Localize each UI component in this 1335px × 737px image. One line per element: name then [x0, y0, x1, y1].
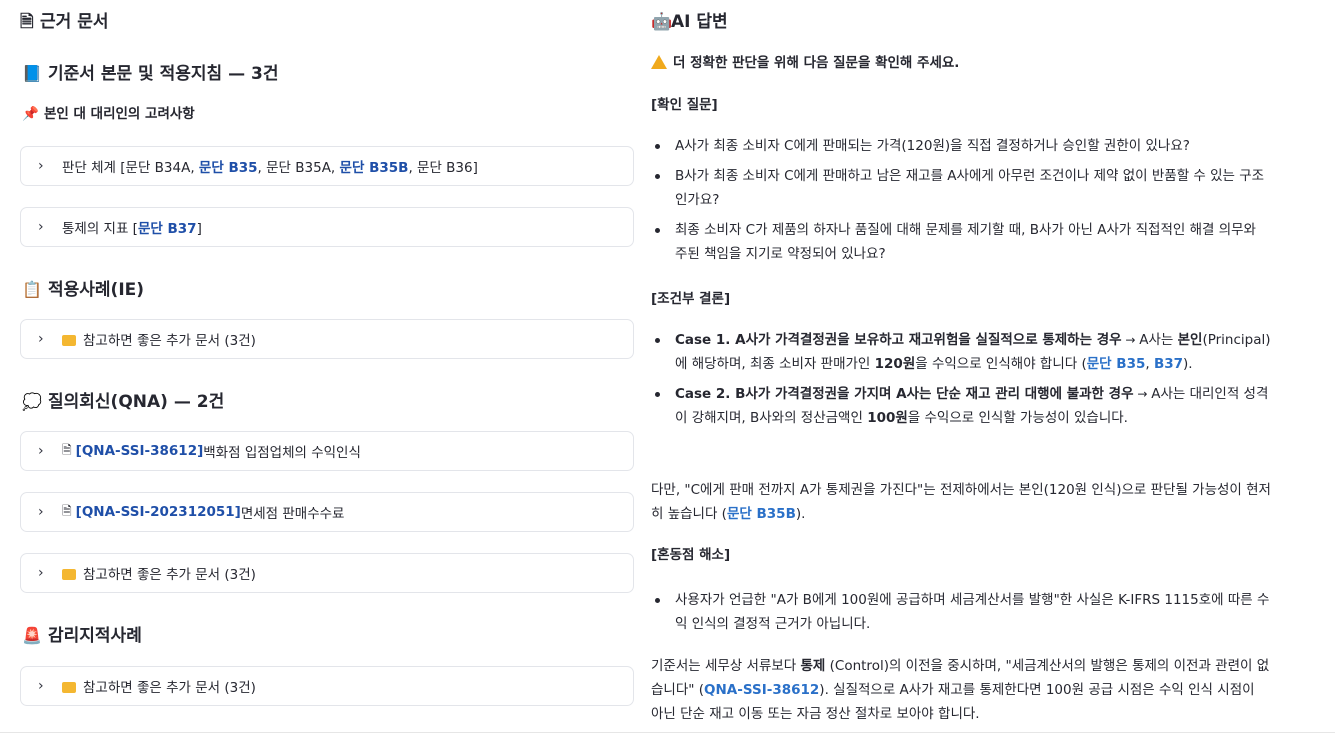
questions-list: A사가 최종 소비자 C에게 판매되는 가격(120원)을 직접 결정하거나 승… — [651, 134, 1271, 272]
siren-icon: 🚨 — [22, 626, 42, 645]
expander-qna-38612[interactable]: › 🗎 [QNA-SSI-38612] 백화점 입점업체의 수익인식 — [20, 431, 634, 471]
chevron-right-icon: › — [38, 678, 44, 694]
expander-control-indicators[interactable]: › 통제의 지표 [문단 B37] — [20, 207, 634, 247]
ref-b35-link[interactable]: 문단 B35 — [1087, 356, 1146, 372]
subsection-principal-agent-title: 📌 본인 대 대리인의 고려사항 — [22, 106, 195, 122]
caveat-paragraph: 다만, "C에게 판매 전까지 A가 통제권을 가진다"는 전제하에서는 본인(… — [651, 482, 1271, 522]
ref-b37-link[interactable]: 문단 B37 — [138, 221, 197, 237]
list-item: A사가 최종 소비자 C에게 판매되는 가격(120원)을 직접 결정하거나 승… — [651, 134, 1271, 158]
conclusion-header: [조건부 결론] — [651, 291, 731, 307]
list-item: Case 1. A사가 가격결정권을 보유하고 재고위험을 실질적으로 통제하는… — [651, 328, 1271, 376]
expander-qna-202312051[interactable]: › 🗎 [QNA-SSI-202312051] 면세점 판매수수료 — [20, 492, 634, 532]
section-audit-title: 🚨 감리지적사례 — [22, 623, 142, 649]
expander-qna-additional-docs[interactable]: › 참고하면 좋은 추가 문서 (3건) — [20, 553, 634, 593]
expander-label: 통제의 지표 [문단 B37] — [62, 221, 202, 237]
warning-icon — [651, 55, 667, 69]
qna-id-link[interactable]: [QNA-SSI-38612] — [76, 443, 204, 459]
expander-label: 판단 체계 [문단 B34A, 문단 B35, 문단 B35A, 문단 B35B… — [62, 160, 478, 176]
section-ie-title: 📋 적용사례(IE) — [22, 277, 144, 303]
section-standards-title: 📘 기준서 본문 및 적용지침 — 3건 — [22, 61, 278, 87]
document-icon: 🗎 — [62, 442, 72, 457]
list-item: B사가 최종 소비자 C에게 판매하고 남은 재고를 A사에게 아무런 조건이나… — [651, 164, 1271, 212]
expander-ie-additional-docs[interactable]: › 참고하면 좋은 추가 문서 (3건) — [20, 319, 634, 359]
explanation-paragraph: 기준서는 세무상 서류보다 통제 (Control)의 이전을 중시하며, "세… — [651, 658, 1270, 722]
bottom-divider — [0, 732, 1335, 733]
chevron-right-icon: › — [38, 158, 44, 174]
document-icon: 🗎 — [20, 12, 34, 32]
confusion-list: 사용자가 언급한 "A가 B에게 100원에 공급하며 세금계산서를 발행"한 … — [651, 588, 1271, 642]
qna-id-link[interactable]: [QNA-SSI-202312051] — [76, 504, 241, 520]
conclusion-list: Case 1. A사가 가격결정권을 보유하고 재고위험을 실질적으로 통제하는… — [651, 328, 1271, 436]
qna-38612-link[interactable]: QNA-SSI-38612 — [704, 682, 819, 698]
ref-b37-link[interactable]: B37 — [1154, 356, 1183, 372]
folder-icon — [62, 681, 76, 693]
document-icon: 🗎 — [62, 503, 72, 518]
confusion-header: [혼동점 해소] — [651, 547, 731, 563]
warning-message: 더 정확한 판단을 위해 다음 질문을 확인해 주세요. — [651, 52, 959, 74]
folder-icon — [62, 334, 76, 346]
folder-icon — [62, 568, 76, 580]
list-item: 최종 소비자 C가 제품의 하자나 품질에 대해 문제를 제기할 때, B사가 … — [651, 218, 1271, 266]
speech-bubble-icon: 💭 — [22, 392, 42, 411]
clipboard-icon: 📋 — [22, 280, 42, 299]
expander-judgment-framework[interactable]: › 판단 체계 [문단 B34A, 문단 B35, 문단 B35A, 문단 B3… — [20, 146, 634, 186]
chevron-right-icon: › — [38, 504, 44, 520]
evidence-panel-title: 🗎 근거 문서 — [20, 12, 109, 32]
ai-answer-title: 🤖AI 답변 — [651, 12, 728, 32]
blue-book-icon: 📘 — [22, 64, 42, 83]
chevron-right-icon: › — [38, 565, 44, 581]
list-item: 사용자가 언급한 "A가 B에게 100원에 공급하며 세금계산서를 발행"한 … — [651, 588, 1271, 636]
ref-b35-link[interactable]: 문단 B35 — [199, 160, 258, 176]
questions-header: [확인 질문] — [651, 97, 718, 113]
ref-b35b-link[interactable]: 문단 B35B — [727, 506, 796, 522]
robot-icon: 🤖 — [651, 12, 673, 32]
list-item: Case 2. B사가 가격결정권을 가지며 A사는 단순 재고 관리 대행에 … — [651, 382, 1271, 430]
section-qna-title: 💭 질의회신(QNA) — 2건 — [22, 389, 224, 415]
expander-audit-additional-docs[interactable]: › 참고하면 좋은 추가 문서 (3건) — [20, 666, 634, 706]
ref-b35b-link[interactable]: 문단 B35B — [340, 160, 409, 176]
chevron-right-icon: › — [38, 219, 44, 235]
chevron-right-icon: › — [38, 443, 44, 459]
pushpin-icon: 📌 — [22, 106, 39, 122]
chevron-right-icon: › — [38, 331, 44, 347]
